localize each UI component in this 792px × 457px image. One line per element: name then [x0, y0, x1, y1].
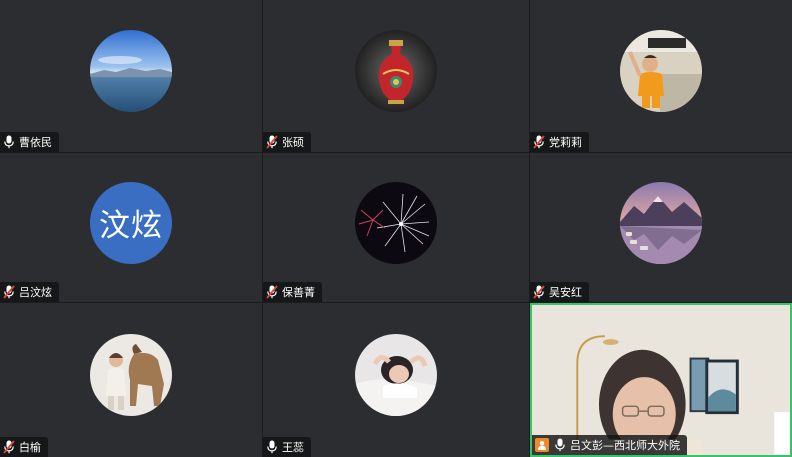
- avatar: [355, 334, 437, 416]
- name-tag: 吕汶炫: [0, 282, 59, 302]
- avatar: [90, 30, 172, 112]
- fireworks-photo: [355, 181, 437, 264]
- participant-name: 吕文彭—西北师大外院: [570, 439, 680, 452]
- participant-name: 党莉莉: [549, 136, 582, 149]
- participant-tile[interactable]: 白榆: [0, 303, 262, 457]
- avatar: [355, 30, 437, 112]
- participant-tile[interactable]: 张硕: [263, 0, 529, 152]
- name-tag: 党莉莉: [530, 132, 589, 152]
- participant-tile[interactable]: 吴安红: [530, 153, 792, 302]
- participant-tile[interactable]: 党莉莉: [530, 0, 792, 152]
- participant-name: 张硕: [282, 136, 304, 149]
- avatar: 汶炫: [90, 181, 172, 264]
- microphone-on-icon[interactable]: [554, 438, 566, 452]
- participant-grid: 曹依民 张硕 党莉莉 汶炫 吕汶炫 保善菁 吴安红 白榆 王蕊 吕文彭—西北师大…: [0, 0, 792, 457]
- microphone-off-icon[interactable]: [533, 135, 545, 149]
- participant-tile[interactable]: 曹依民: [0, 0, 262, 152]
- microphone-on-icon[interactable]: [3, 135, 15, 149]
- microphone-off-icon[interactable]: [533, 285, 545, 299]
- microphone-off-icon[interactable]: [3, 440, 15, 454]
- name-tag: 白榆: [0, 437, 48, 457]
- name-tag: 吕文彭—西北师大外院: [532, 435, 687, 455]
- avatar: [620, 181, 702, 264]
- participant-name: 保善菁: [282, 286, 315, 299]
- avatar: [620, 30, 702, 112]
- name-tag: 王蕊: [263, 437, 311, 457]
- name-tag: 保善菁: [263, 282, 322, 302]
- participant-name: 王蕊: [282, 441, 304, 454]
- participant-name: 曹依民: [19, 136, 52, 149]
- lake-photo: [90, 30, 172, 112]
- active-speaker-tile[interactable]: 吕文彭—西北师大外院: [530, 303, 792, 457]
- mountain-lake-photo: [620, 181, 702, 264]
- avatar: [90, 334, 172, 416]
- participant-tile[interactable]: 保善菁: [263, 153, 529, 302]
- microphone-off-icon[interactable]: [3, 285, 15, 299]
- name-tag: 吴安红: [530, 282, 589, 302]
- video-feed: [532, 305, 790, 455]
- participant-name: 吴安红: [549, 286, 582, 299]
- participant-name: 吕汶炫: [19, 286, 52, 299]
- resting-girl-photo: [355, 334, 437, 416]
- host-person-icon: [535, 438, 549, 452]
- participant-tile[interactable]: 王蕊: [263, 303, 529, 457]
- participant-name: 白榆: [19, 441, 41, 454]
- name-tag: 曹依民: [0, 132, 59, 152]
- participant-tile[interactable]: 汶炫 吕汶炫: [0, 153, 262, 302]
- woman-with-horse-photo: [90, 334, 172, 416]
- microphone-off-icon[interactable]: [266, 285, 278, 299]
- name-tag: 张硕: [263, 132, 311, 152]
- avatar: [355, 181, 437, 264]
- child-photo: [620, 30, 702, 112]
- microphone-on-icon[interactable]: [266, 440, 278, 454]
- microphone-off-icon[interactable]: [266, 135, 278, 149]
- vase-photo: [355, 30, 437, 112]
